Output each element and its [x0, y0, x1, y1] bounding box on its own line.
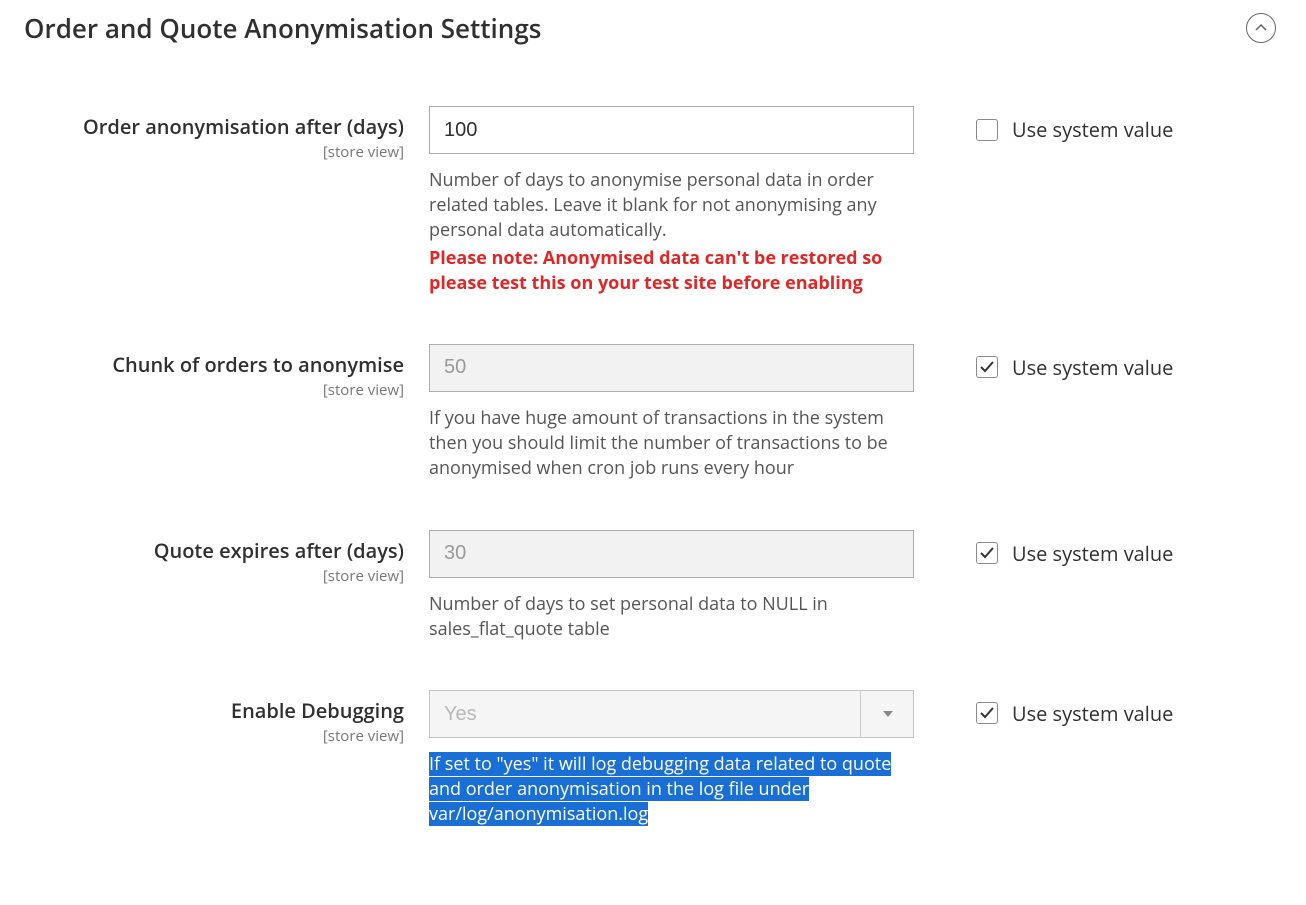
collapse-toggle-button[interactable] — [1246, 13, 1276, 43]
section-header: Order and Quote Anonymisation Settings — [24, 10, 1276, 46]
select-wrap: Yes — [429, 690, 914, 738]
use-system-checkbox-quote-expires[interactable] — [976, 542, 998, 564]
field-row-debugging: Enable Debugging [store view] Yes If set… — [24, 690, 1276, 828]
use-system-label: Use system value — [1012, 354, 1173, 381]
field-label-col: Enable Debugging [store view] — [24, 690, 429, 746]
quote-expires-input[interactable] — [429, 530, 914, 578]
use-system-checkbox-order-anon[interactable] — [976, 119, 998, 141]
field-input-col: Number of days to set personal data to N… — [429, 530, 914, 642]
field-label-col: Chunk of orders to anonymise [store view… — [24, 344, 429, 400]
field-sys-col: Use system value — [914, 106, 1173, 143]
field-label: Order anonymisation after (days) — [24, 114, 404, 140]
debugging-select[interactable]: Yes — [429, 690, 914, 738]
field-sys-col: Use system value — [914, 690, 1173, 727]
field-sys-col: Use system value — [914, 344, 1173, 381]
check-icon — [980, 546, 994, 560]
field-help: Number of days to set personal data to N… — [429, 592, 914, 642]
field-row-order-anon: Order anonymisation after (days) [store … — [24, 106, 1276, 296]
field-input-col: Number of days to anonymise personal dat… — [429, 106, 914, 296]
check-icon — [980, 360, 994, 374]
field-label: Quote expires after (days) — [24, 538, 404, 564]
field-help: Number of days to anonymise personal dat… — [429, 168, 914, 244]
field-row-quote-expires: Quote expires after (days) [store view] … — [24, 530, 1276, 642]
use-system-checkbox-chunk[interactable] — [976, 356, 998, 378]
field-label-col: Order anonymisation after (days) [store … — [24, 106, 429, 162]
use-system-label: Use system value — [1012, 116, 1173, 143]
field-input-col: If you have huge amount of transactions … — [429, 344, 914, 482]
chevron-up-icon — [1255, 22, 1267, 34]
use-system-checkbox-debugging[interactable] — [976, 702, 998, 724]
chunk-input[interactable] — [429, 344, 914, 392]
field-help: If you have huge amount of transactions … — [429, 406, 914, 482]
field-help-highlighted: If set to "yes" it will log debugging da… — [429, 752, 914, 828]
use-system-label: Use system value — [1012, 540, 1173, 567]
field-scope: [store view] — [24, 566, 404, 586]
order-anon-input[interactable] — [429, 106, 914, 154]
field-sys-col: Use system value — [914, 530, 1173, 567]
field-label: Enable Debugging — [24, 698, 404, 724]
field-input-col: Yes If set to "yes" it will log debuggin… — [429, 690, 914, 828]
field-row-chunk: Chunk of orders to anonymise [store view… — [24, 344, 1276, 482]
field-warning: Please note: Anonymised data can't be re… — [429, 246, 914, 296]
field-scope: [store view] — [24, 142, 404, 162]
check-icon — [980, 706, 994, 720]
use-system-label: Use system value — [1012, 700, 1173, 727]
field-label: Chunk of orders to anonymise — [24, 352, 404, 378]
field-scope: [store view] — [24, 726, 404, 746]
field-scope: [store view] — [24, 380, 404, 400]
field-label-col: Quote expires after (days) [store view] — [24, 530, 429, 586]
section-title: Order and Quote Anonymisation Settings — [24, 10, 541, 46]
